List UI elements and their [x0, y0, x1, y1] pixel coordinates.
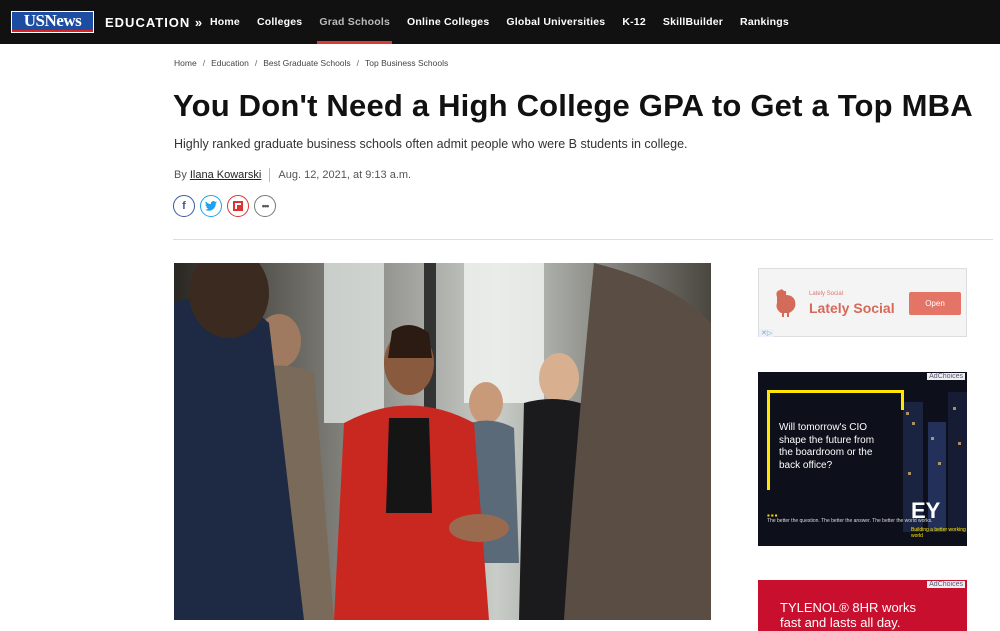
ad-line-1: TYLENOL® 8HR works [780, 600, 916, 615]
breadcrumb-top-business-schools[interactable]: Top Business Schools [365, 58, 448, 68]
ad-ey[interactable]: AdChoices Will tomorrow's CIO shape the … [758, 372, 967, 546]
nav-colleges[interactable]: Colleges [257, 0, 302, 44]
ad-open-button[interactable]: Open [909, 292, 961, 315]
author-link[interactable]: Ilana Kowarski [190, 169, 262, 181]
ey-slogan: Building a better working world [911, 527, 966, 539]
breadcrumb-separator: / [356, 58, 360, 68]
byline-prefix: By [174, 169, 187, 181]
flipboard-share-button[interactable] [227, 195, 249, 217]
ey-logo: EY [911, 498, 941, 523]
ad-headline: TYLENOL® 8HR works fast and lasts all da… [780, 600, 916, 630]
article-hero-image [174, 263, 711, 620]
nav-online-colleges[interactable]: Online Colleges [407, 0, 489, 44]
twitter-icon [205, 201, 217, 211]
ad-small-label: Lately Social [809, 291, 844, 297]
nav-grad-schools[interactable]: Grad Schools [317, 0, 392, 44]
logo-text: USNews [12, 11, 93, 32]
handshake-photo [174, 263, 711, 620]
nav-home[interactable]: Home [210, 0, 240, 44]
flipboard-icon [233, 201, 243, 211]
ad-tylenol[interactable]: AdChoices TYLENOL® 8HR works fast and la… [758, 580, 967, 631]
nav-k12[interactable]: K-12 [622, 0, 646, 44]
byline: By Ilana Kowarski Aug. 12, 2021, at 9:13… [174, 168, 411, 182]
breadcrumb: Home / Education / Best Graduate Schools… [174, 58, 448, 68]
ellipsis-icon: ••• [261, 201, 270, 211]
breadcrumb-home[interactable]: Home [174, 58, 197, 68]
nav-skillbuilder[interactable]: SkillBuilder [663, 0, 723, 44]
divider [173, 239, 993, 240]
breadcrumb-separator: / [202, 58, 206, 68]
ad-headline: Will tomorrow's CIO shape the future fro… [779, 422, 875, 471]
article-title: You Don't Need a High College GPA to Get… [173, 88, 973, 123]
more-share-button[interactable]: ••• [254, 195, 276, 217]
nav-global-universities[interactable]: Global Universities [506, 0, 605, 44]
nav-rankings[interactable]: Rankings [740, 0, 789, 44]
ad-close-icon[interactable]: ✕▷ [759, 329, 775, 337]
adchoices-label[interactable]: AdChoices [927, 581, 965, 588]
rooster-icon [776, 289, 796, 317]
usnews-logo[interactable]: USNews [11, 11, 94, 33]
byline-divider [269, 168, 271, 182]
breadcrumb-best-graduate-schools[interactable]: Best Graduate Schools [263, 58, 350, 68]
adchoices-label[interactable]: AdChoices [927, 373, 965, 380]
facebook-share-button[interactable]: f [173, 195, 195, 217]
ad-tagline: The better the question. The better the … [767, 518, 933, 524]
ad-brand-name: Lately Social [809, 300, 895, 316]
breadcrumb-education[interactable]: Education [211, 58, 249, 68]
twitter-share-button[interactable] [200, 195, 222, 217]
share-buttons: f ••• [173, 195, 281, 217]
facebook-icon: f [182, 200, 186, 212]
ad-line-2: fast and lasts all day. [780, 615, 901, 630]
publish-date: Aug. 12, 2021, at 9:13 a.m. [278, 169, 412, 181]
nav-links: Home Colleges Grad Schools Online Colleg… [210, 0, 806, 44]
top-navigation: USNews EDUCATION » Home Colleges Grad Sc… [0, 0, 1000, 44]
ad-lately-social[interactable]: Lately Social Lately Social Open ✕▷ [758, 268, 967, 337]
article-subtitle: Highly ranked graduate business schools … [174, 137, 688, 151]
section-education-link[interactable]: EDUCATION » [105, 15, 203, 30]
breadcrumb-separator: / [254, 58, 258, 68]
